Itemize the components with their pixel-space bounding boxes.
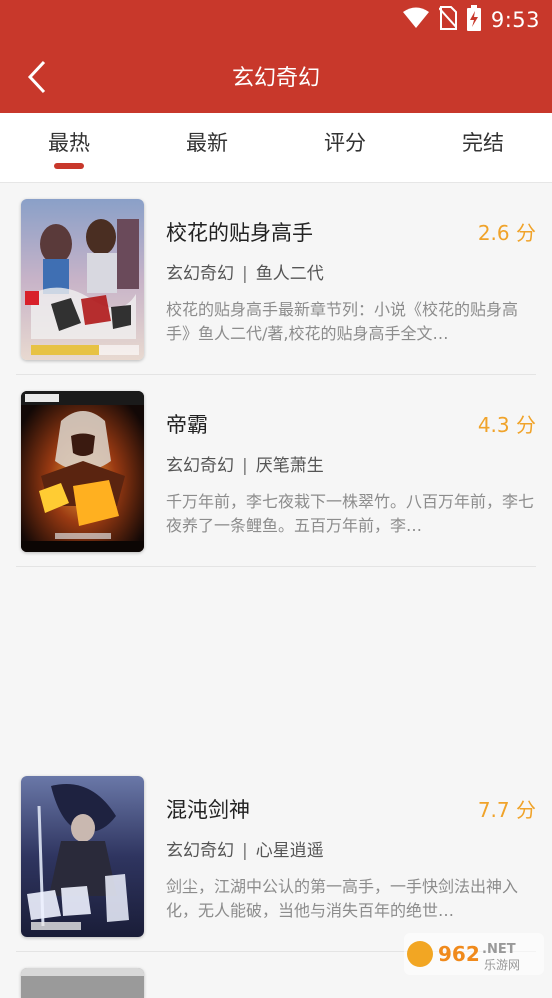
- book-author: 厌笔萧生: [255, 456, 324, 476]
- tab-hottest[interactable]: 最热: [0, 127, 138, 157]
- book-item[interactable]: 校花的贴身高手 2.6 分 玄幻奇幻 | 鱼人二代 校花的贴身高手最新章节列：小说《…: [0, 183, 552, 375]
- book-description: 剑尘，江湖中公认的第一高手，一手快剑法出神入化，无人能破，当他与消失百年的绝世…: [166, 877, 519, 920]
- svg-text:.NET: .NET: [482, 942, 516, 957]
- tab-bar: 最热 最新 评分 完结: [0, 113, 552, 183]
- status-bar: 9:53: [0, 0, 552, 40]
- tab-rating[interactable]: 评分: [276, 127, 414, 157]
- wifi-icon: [402, 7, 429, 33]
- book-author: 心星逍遥: [255, 841, 324, 861]
- book-title: 帝霸: [166, 413, 208, 437]
- book-category: 玄幻奇幻: [166, 456, 234, 476]
- book-rating: 7.7 分: [477, 798, 536, 822]
- battery-charging-icon: [466, 5, 481, 35]
- active-tab-indicator: [54, 163, 84, 169]
- book-cover: [21, 391, 144, 552]
- book-item[interactable]: 混沌剑神 7.7 分 玄幻奇幻 | 心星逍遥 剑尘，江湖中公认的第一高手，一手快剑法…: [0, 760, 552, 952]
- book-cover: [21, 968, 144, 998]
- page-title: 玄幻奇幻: [231, 66, 320, 91]
- book-category: 玄幻奇幻: [166, 264, 234, 284]
- no-sim-icon: [438, 6, 458, 34]
- app-bar: 玄幻奇幻: [0, 40, 552, 113]
- svg-text:乐游网: 乐游网: [484, 958, 520, 972]
- tab-completed[interactable]: 完结: [414, 127, 552, 157]
- book-description: 千万年前，李七夜栽下一株翠竹。八百万年前，李七夜养了一条鲤鱼。五百万年前，李…: [166, 492, 535, 535]
- book-rating: 4.3 分: [477, 413, 536, 437]
- book-meta: 玄幻奇幻 | 厌笔萧生: [166, 456, 324, 476]
- book-item[interactable]: 帝霸 4.3 分 玄幻奇幻 | 厌笔萧生 千万年前，李七夜栽下一株翠竹。八百万年前，…: [0, 375, 552, 567]
- book-title: 混沌剑神: [166, 798, 250, 822]
- book-rating: 2.6 分: [477, 221, 536, 245]
- status-time: 9:53: [490, 8, 540, 32]
- tab-newest[interactable]: 最新: [138, 127, 276, 157]
- book-cover: [21, 199, 144, 360]
- svg-text:962: 962: [438, 942, 480, 966]
- watermark-logo: 962 .NET 乐游网: [404, 933, 544, 975]
- book-author: 鱼人二代: [255, 264, 324, 284]
- book-description: 校花的贴身高手最新章节列：小说《校花的贴身高手》鱼人二代/著,校花的贴身高手全文…: [166, 300, 519, 343]
- book-cover: [21, 776, 144, 937]
- divider: [16, 566, 536, 567]
- book-meta: 玄幻奇幻 | 心星逍遥: [166, 841, 324, 861]
- book-meta: 玄幻奇幻 | 鱼人二代: [166, 264, 324, 284]
- book-category: 玄幻奇幻: [166, 841, 234, 861]
- book-title: 校花的贴身高手: [166, 221, 313, 245]
